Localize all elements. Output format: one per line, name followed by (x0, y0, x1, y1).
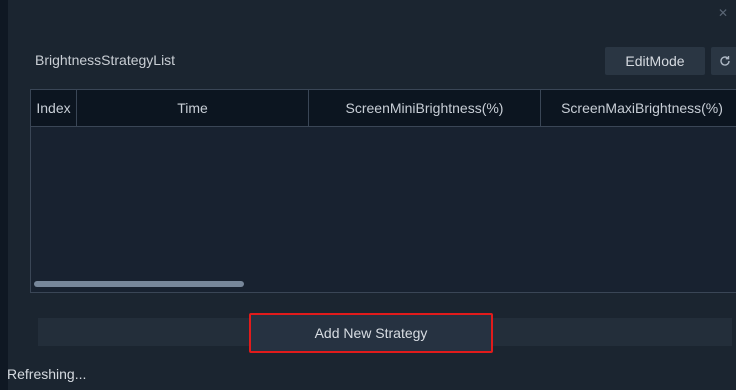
horizontal-scrollbar[interactable] (34, 281, 244, 287)
refresh-button[interactable] (711, 47, 736, 75)
dialog-title: BrightnessStrategyList (35, 52, 176, 68)
column-header-min-brightness[interactable]: ScreenMiniBrightness(%) (309, 90, 541, 126)
column-header-max-brightness[interactable]: ScreenMaxiBrightness(%) (541, 90, 736, 126)
column-header-time[interactable]: Time (77, 90, 309, 126)
close-icon[interactable]: ✕ (716, 6, 730, 20)
table-header: Index Time ScreenMiniBrightness(%) Scree… (31, 90, 736, 127)
column-header-index[interactable]: Index (31, 90, 77, 126)
refresh-icon (720, 56, 730, 66)
edit-mode-button[interactable]: EditMode (605, 47, 705, 75)
strategy-table: Index Time ScreenMiniBrightness(%) Scree… (30, 89, 736, 293)
table-body (31, 127, 736, 287)
strategy-dialog: ✕ BrightnessStrategyList EditMode Index … (8, 0, 736, 390)
status-text: Refreshing... (7, 366, 87, 382)
add-new-strategy-button[interactable]: Add New Strategy (249, 313, 493, 353)
